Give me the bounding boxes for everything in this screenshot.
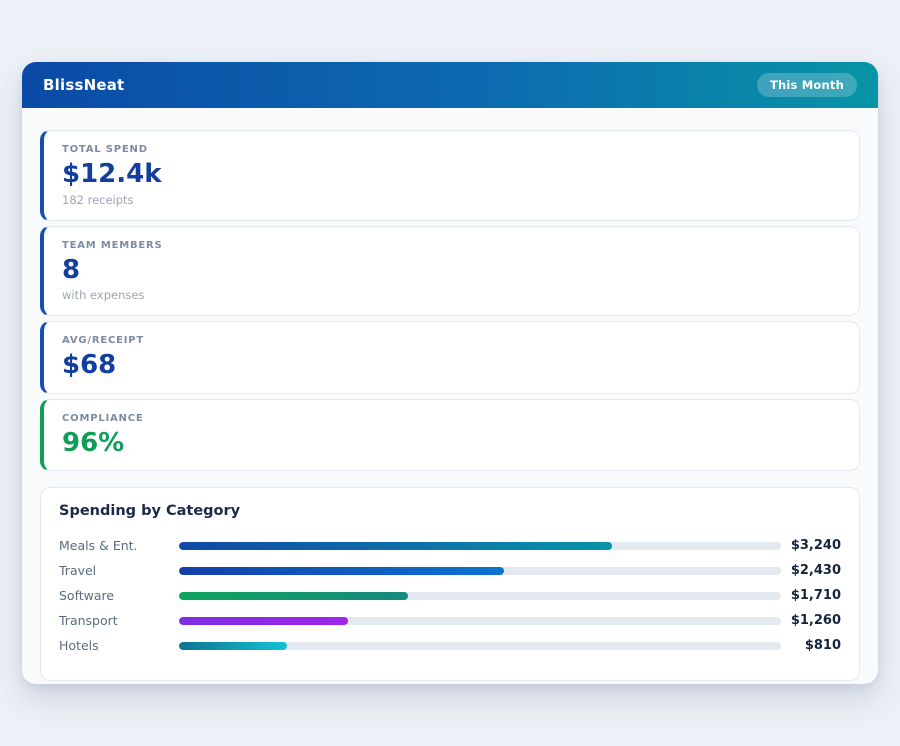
bar-track [179,592,781,600]
category-label: Software [59,588,179,603]
category-value: $3,240 [781,538,841,553]
stat-subtext: 182 receipts [62,193,841,207]
stat-label: TEAM MEMBERS [62,240,841,251]
category-label: Meals & Ent. [59,538,179,553]
stat-card-avg-receipt: AVG/RECEIPT $68 [40,321,860,394]
chart-row-transport: Transport $1,260 [59,608,841,633]
stat-card-compliance: COMPLIANCE 96% [40,399,860,472]
category-label: Transport [59,613,179,628]
spending-by-category-chart: Spending by Category Meals & Ent. $3,240… [40,487,860,681]
bar-fill-transport [179,617,348,625]
chart-row-travel: Travel $2,430 [59,558,841,583]
bar-fill-software [179,592,408,600]
bar-fill-travel [179,567,504,575]
bar-fill-meals [179,542,612,550]
category-value: $2,430 [781,563,841,578]
bar-track [179,617,781,625]
chart-title: Spending by Category [59,503,841,519]
category-value: $1,710 [781,588,841,603]
stat-subtext: with expenses [62,288,841,302]
period-badge[interactable]: This Month [757,73,857,97]
app-brand: BlissNeat [43,76,124,94]
bar-track [179,642,781,650]
dashboard-content: TOTAL SPEND $12.4k 182 receipts TEAM MEM… [22,108,878,684]
bar-fill-hotels [179,642,287,650]
category-value: $810 [781,638,841,653]
app-header: BlissNeat This Month [22,62,878,108]
chart-row-software: Software $1,710 [59,583,841,608]
bar-track [179,542,781,550]
category-value: $1,260 [781,613,841,628]
stat-label: TOTAL SPEND [62,144,841,155]
stat-card-total-spend: TOTAL SPEND $12.4k 182 receipts [40,130,860,221]
stat-label: AVG/RECEIPT [62,335,841,346]
stat-value: 96% [62,429,841,458]
stat-card-team-members: TEAM MEMBERS 8 with expenses [40,226,860,317]
category-label: Hotels [59,638,179,653]
stat-value: 8 [62,256,841,285]
stat-label: COMPLIANCE [62,413,841,424]
stat-value: $12.4k [62,160,841,189]
dashboard-panel: BlissNeat This Month TOTAL SPEND $12.4k … [22,62,878,684]
stat-value: $68 [62,351,841,380]
category-label: Travel [59,563,179,578]
chart-row-hotels: Hotels $810 [59,633,841,658]
bar-track [179,567,781,575]
chart-row-meals: Meals & Ent. $3,240 [59,533,841,558]
